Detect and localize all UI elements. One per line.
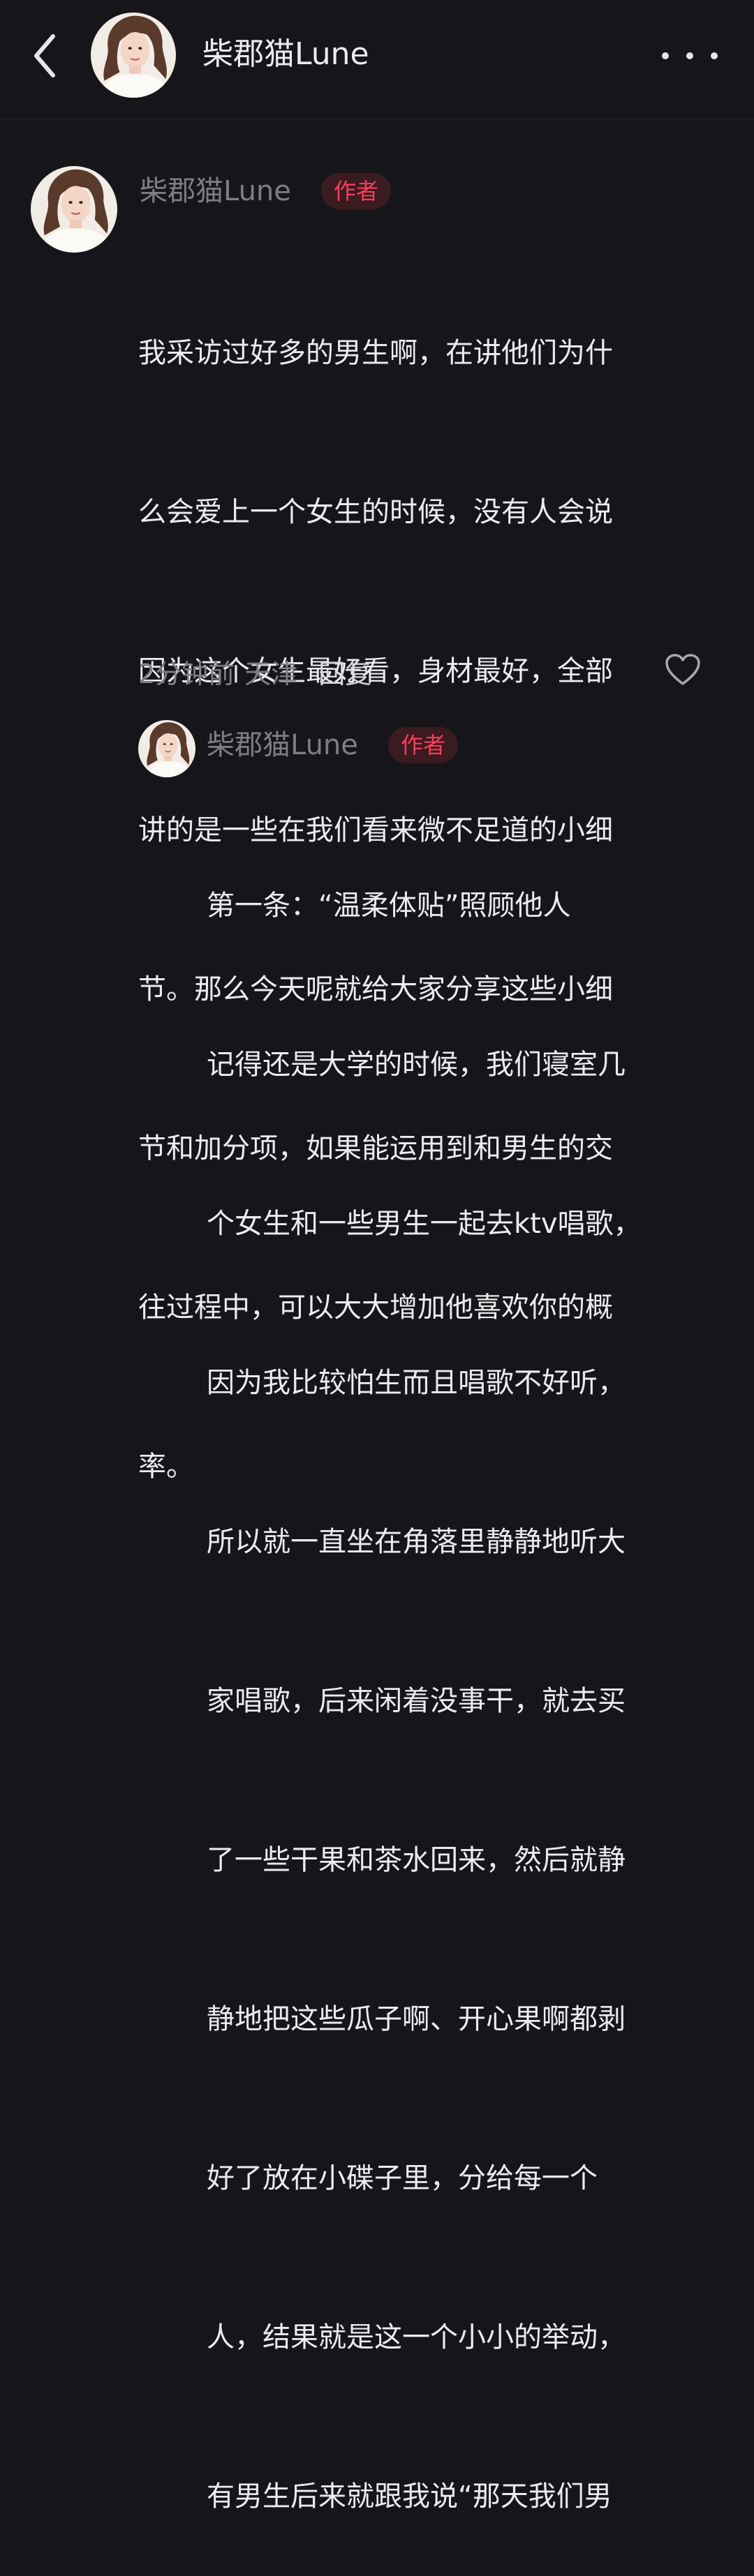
like-button[interactable] [665,653,701,687]
reply-line: 有男生后来就跟我说“那天我们男 [207,2480,612,2513]
comment-location: 天津 [244,658,298,689]
comment-author-name[interactable]: 柴郡猫Lune [140,172,291,211]
header-avatar[interactable] [91,13,176,98]
reply-avatar[interactable] [138,720,195,777]
reply-body: 第一条：“温柔体贴”照顾他人 记得还是大学的时候，我们寝室几 个女生和一些男生一… [207,773,642,2576]
reply-line: 了一些干果和茶水回来，然后就静 [207,1844,626,1876]
back-button[interactable] [25,27,64,85]
author-badge: 作者 [321,173,392,209]
reply-line: 家唱歌，后来闲着没事干，就去买 [207,1685,626,1717]
reply-line: 因为我比较怕生而且唱歌不好听， [207,1367,626,1399]
chevron-left-icon [34,34,55,77]
reply-line: 好了放在小碟子里，分给每一个 [207,2162,598,2194]
comment-line: 么会爱上一个女生的时候，没有人会说 [138,496,613,528]
reply-line: 第一条：“温柔体贴”照顾他人 [207,890,571,922]
reply-author-name[interactable]: 柴郡猫Lune [207,726,358,765]
reply-line: 静地把这些瓜子啊、开心果啊都剥 [207,2003,626,2035]
reply-line: 人，结果就是这一个小小的举动， [207,2321,626,2353]
heart-outline-icon [665,654,700,685]
more-dots-icon [662,52,669,59]
more-button[interactable] [662,42,718,70]
comment-time: 2分钟前 [138,658,235,689]
reply-line: 个女生和一些男生一起去ktv唱歌， [207,1208,642,1240]
comment-meta: 2分钟前 天津 回复 [138,652,371,691]
top-bar: 柴郡猫Lune [0,0,754,119]
comment-avatar[interactable] [31,166,117,253]
reply-author-badge: 作者 [388,727,459,763]
page-title: 柴郡猫Lune [202,36,369,72]
comment-line: 我采访过好多的男生啊，在讲他们为什 [138,337,613,369]
reply-button[interactable]: 回复 [318,652,371,691]
reply-line: 所以就一直坐在角落里静静地听大 [207,1526,626,1558]
reply-line: 记得还是大学的时候，我们寝室几 [207,1049,626,1081]
